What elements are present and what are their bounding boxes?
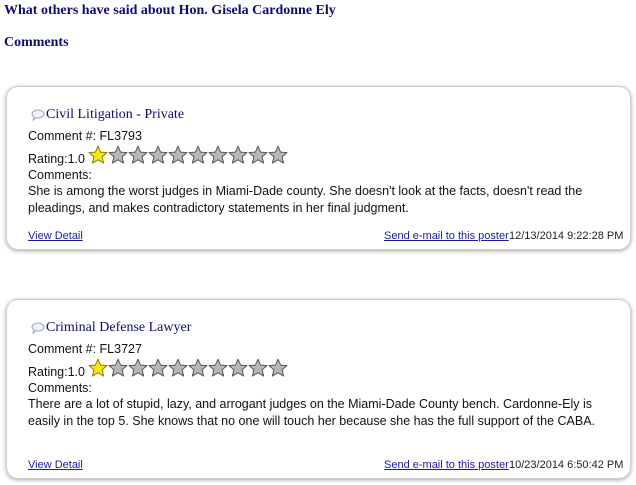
comment-title-label: Civil Litigation - Private [46, 107, 185, 122]
star-empty-icon [208, 145, 228, 164]
star-empty-icon [268, 358, 288, 377]
view-detail-link[interactable]: View Detail [28, 230, 83, 242]
star-empty-icon [168, 358, 188, 377]
view-detail-link[interactable]: View Detail [28, 459, 83, 471]
star-empty-icon [248, 145, 268, 164]
speech-bubble-icon [31, 109, 45, 121]
star-empty-icon [128, 358, 148, 377]
star-filled-icon [88, 145, 108, 164]
comment-title-label: Criminal Defense Lawyer [46, 320, 192, 335]
comment-card: Criminal Defense Lawyer Comment #: FL372… [6, 299, 631, 479]
comment-date: 12/13/2014 9:22:28 PM [509, 230, 624, 242]
star-empty-icon [108, 358, 128, 377]
star-empty-icon [168, 145, 188, 164]
page-title: What others have said about Hon. Gisela … [4, 3, 336, 18]
comments-label: Comments: [28, 168, 92, 182]
star-empty-icon [188, 358, 208, 377]
comment-title: Criminal Defense Lawyer [31, 320, 191, 336]
star-empty-icon [228, 358, 248, 377]
send-email-link[interactable]: Send e-mail to this poster [384, 230, 509, 242]
star-empty-icon [108, 145, 128, 164]
comments-label: Comments: [28, 381, 92, 395]
rating-row: Rating:1.0 [28, 358, 288, 382]
star-empty-icon [228, 145, 248, 164]
rating-label: Rating:1.0 [28, 365, 85, 379]
send-email-link[interactable]: Send e-mail to this poster [384, 459, 509, 471]
star-empty-icon [248, 358, 268, 377]
comment-date: 10/23/2014 6:50:42 PM [509, 459, 624, 471]
comment-text: There are a lot of stupid, lazy, and arr… [28, 397, 596, 428]
comment-text: She is among the worst judges in Miami-D… [28, 184, 583, 215]
star-empty-icon [148, 358, 168, 377]
comments-section-title: Comments [4, 35, 69, 50]
star-empty-icon [208, 358, 228, 377]
star-empty-icon [268, 145, 288, 164]
rating-row: Rating:1.0 [28, 145, 288, 169]
star-empty-icon [148, 145, 168, 164]
star-filled-icon [88, 358, 108, 377]
comment-title: Civil Litigation - Private [31, 107, 184, 123]
speech-bubble-icon [31, 322, 45, 334]
comment-card: Civil Litigation - Private Comment #: FL… [6, 86, 631, 250]
rating-stars [88, 145, 288, 165]
star-empty-icon [128, 145, 148, 164]
comment-number: Comment #: FL3727 [28, 342, 142, 356]
rating-label: Rating:1.0 [28, 152, 85, 166]
rating-stars [88, 358, 288, 378]
comment-number: Comment #: FL3793 [28, 129, 142, 143]
star-empty-icon [188, 145, 208, 164]
